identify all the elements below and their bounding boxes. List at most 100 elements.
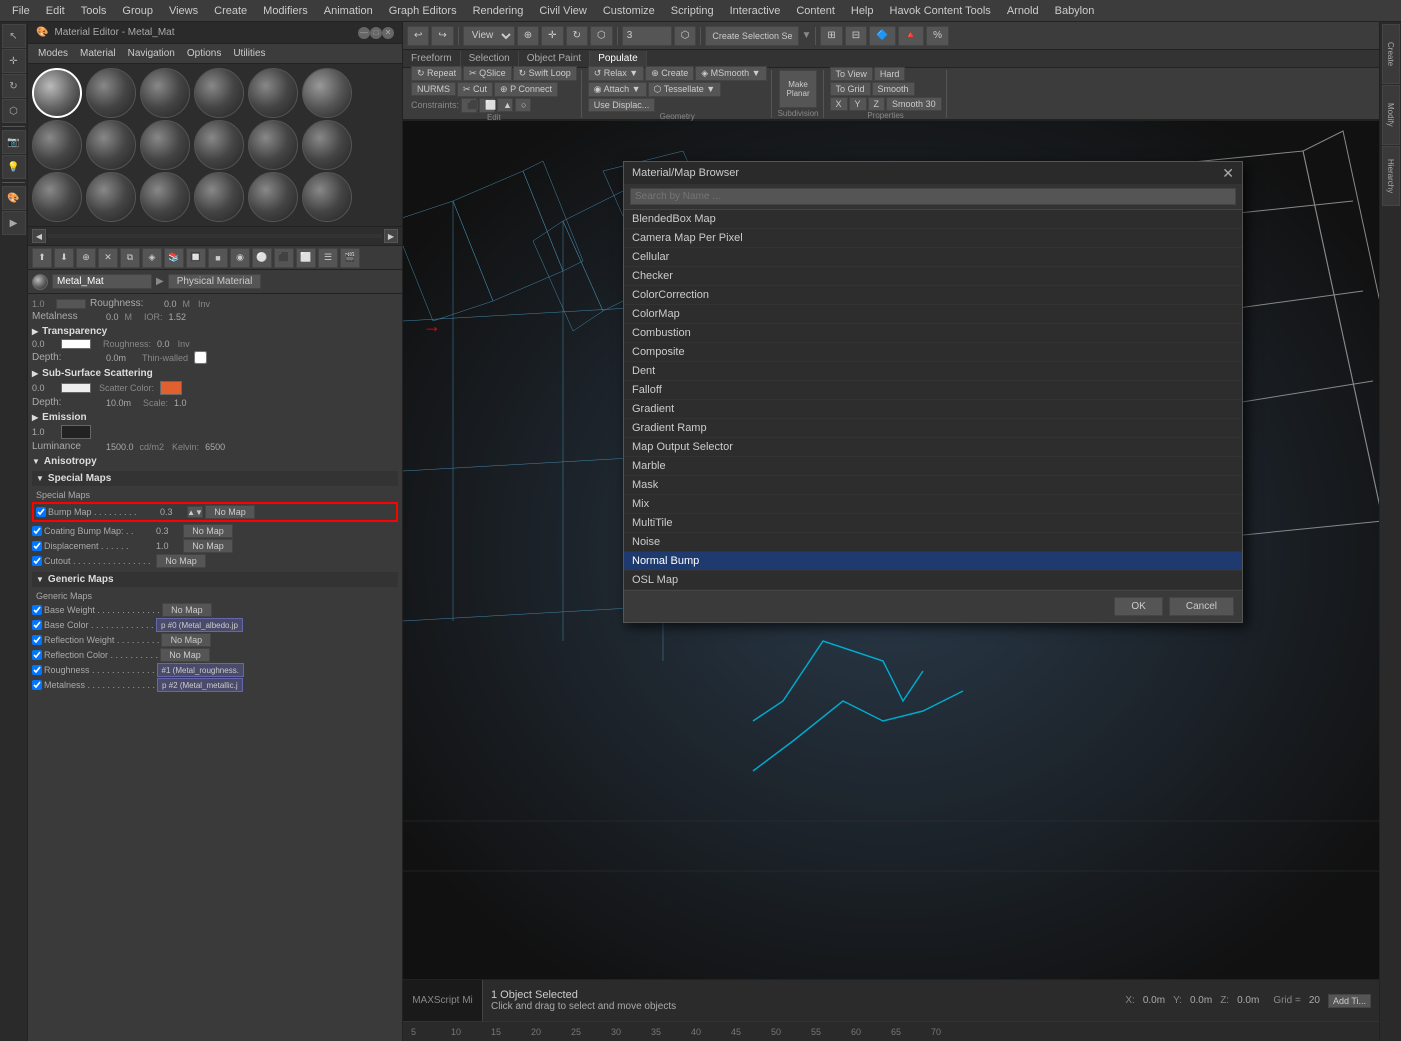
emission-color[interactable] (61, 425, 91, 439)
ribbon-create[interactable]: ⊕ Create (645, 66, 694, 81)
toolbar-mat-effects[interactable]: 🔲 (186, 248, 206, 268)
ribbon-to-grid[interactable]: To Grid (830, 82, 871, 96)
displacement-check[interactable] (32, 541, 42, 551)
ribbon-nurms[interactable]: NURMS (411, 82, 456, 96)
menu-help[interactable]: Help (843, 3, 882, 19)
dialog-cancel-btn[interactable]: Cancel (1169, 597, 1234, 616)
list-item-checker[interactable]: Checker (624, 267, 1242, 286)
list-item-map-output[interactable]: Map Output Selector (624, 438, 1242, 457)
dialog-close-btn[interactable]: ✕ (1222, 166, 1234, 180)
bump-map-spinner[interactable]: ▲▼ (187, 506, 203, 518)
list-item-camera-map[interactable]: Camera Map Per Pixel (624, 229, 1242, 248)
ribbon-use-displac[interactable]: Use Displac... (588, 98, 656, 112)
refl-color-check[interactable] (32, 650, 42, 660)
toolbar-cylinder[interactable]: ⬛ (274, 248, 294, 268)
ang-snap-btn[interactable]: 🔺 (898, 26, 924, 46)
menu-modifiers[interactable]: Modifiers (255, 3, 316, 19)
per-snap-btn[interactable]: % (926, 26, 949, 46)
mat-preview-6[interactable] (32, 120, 82, 170)
mat-preview-5[interactable] (302, 68, 352, 118)
menu-graph-editors[interactable]: Graph Editors (381, 3, 465, 19)
undo-btn[interactable]: ↩ (407, 26, 429, 46)
select-btn[interactable]: ⊕ (517, 26, 539, 46)
base-weight-check[interactable] (32, 605, 42, 615)
metalness2-check[interactable] (32, 680, 42, 690)
toolbar-put-material[interactable]: ⬇ (54, 248, 74, 268)
toolbar-video-color[interactable]: 🎬 (340, 248, 360, 268)
mat-menu-modes[interactable]: Modes (32, 47, 74, 60)
coating-bump-btn[interactable]: No Map (183, 524, 233, 538)
create-sel-btn[interactable]: Create Selection Se (705, 26, 799, 46)
ribbon-relax[interactable]: ↺ Relax ▼ (588, 66, 644, 81)
list-item-falloff[interactable]: Falloff (624, 381, 1242, 400)
ribbon-qslice[interactable]: ✂ QSlice (463, 66, 512, 81)
mat-preview-14[interactable] (140, 172, 190, 222)
bump-map-check[interactable] (36, 507, 46, 517)
list-item-multitile[interactable]: MultiTile (624, 514, 1242, 533)
special-maps-section[interactable]: ▼ Special Maps (32, 471, 398, 486)
ribbon-repeat[interactable]: ↻ Repeat (411, 66, 462, 81)
mat-menu-navigation[interactable]: Navigation (122, 47, 181, 60)
transparency-color[interactable] (61, 339, 91, 349)
ribbon-y-btn[interactable]: Y (849, 97, 867, 111)
scale-btn[interactable]: ⬡ (590, 26, 613, 46)
ribbon-to-view[interactable]: To View (830, 67, 873, 81)
rotate-btn[interactable]: ↻ (566, 26, 588, 46)
ribbon-smooth30[interactable]: Smooth 30 (886, 97, 942, 111)
roughness2-check[interactable] (32, 665, 42, 675)
toolbar-put-lib[interactable]: 📚 (164, 248, 184, 268)
list-item-colormap[interactable]: ColorMap (624, 305, 1242, 324)
refl-weight-check[interactable] (32, 635, 42, 645)
toolbar-show-mat[interactable]: ■ (208, 248, 228, 268)
mat-menu-material[interactable]: Material (74, 47, 122, 60)
menu-interactive[interactable]: Interactive (722, 3, 789, 19)
ribbon-tab-selection[interactable]: Selection (461, 51, 519, 66)
mat-preview-9[interactable] (194, 120, 244, 170)
roughness2-btn[interactable]: #1 (Metal_roughness. (157, 663, 244, 677)
toolbar-box[interactable]: ⬜ (296, 248, 316, 268)
ribbon-swift-loop[interactable]: ↻ Swift Loop (513, 66, 577, 81)
mat-preview-17[interactable] (302, 172, 352, 222)
ribbon-tab-populate[interactable]: Populate (590, 51, 646, 66)
toolbar-sphere[interactable]: ⚪ (252, 248, 272, 268)
left-btn-move[interactable]: ✛ (2, 49, 26, 73)
list-item-noise[interactable]: Noise (624, 533, 1242, 552)
cutout-check[interactable] (32, 556, 42, 566)
dialog-titlebar[interactable]: Material/Map Browser ✕ (624, 162, 1242, 184)
base-color-check[interactable] (32, 620, 42, 630)
snap-btn[interactable]: 🔷 (869, 26, 895, 46)
mat-preview-3[interactable] (194, 68, 244, 118)
menu-group[interactable]: Group (114, 3, 161, 19)
mat-name-input[interactable] (52, 274, 152, 289)
ribbon-msmooth[interactable]: ◈ MSmooth ▼ (695, 66, 766, 81)
ribbon-constraint-normal[interactable]: ▲ (497, 98, 513, 112)
list-item-blendedbox[interactable]: BlendedBox Map (624, 210, 1242, 229)
list-item-gradient[interactable]: Gradient (624, 400, 1242, 419)
ribbon-p-connect[interactable]: ⊕ P Connect (494, 82, 558, 97)
ref-coord-btn[interactable]: ⬡ (674, 26, 697, 46)
dialog-ok-btn[interactable]: OK (1114, 597, 1162, 616)
thin-walled-check[interactable] (194, 351, 207, 364)
menu-tools[interactable]: Tools (73, 3, 115, 19)
view-select[interactable]: View (463, 26, 515, 46)
ribbon-hard[interactable]: Hard (874, 67, 906, 81)
transparency-section[interactable]: ▶ Transparency (32, 326, 398, 337)
mat-preview-1[interactable] (86, 68, 136, 118)
mat-editor-close[interactable]: ✕ (382, 27, 394, 39)
ribbon-z-btn[interactable]: Z (868, 97, 886, 111)
generic-maps-section[interactable]: ▼ Generic Maps (32, 572, 398, 587)
anisotropy-section[interactable]: ▼ Anisotropy (32, 456, 398, 467)
sss-color[interactable] (61, 383, 91, 393)
menu-animation[interactable]: Animation (316, 3, 381, 19)
menu-rendering[interactable]: Rendering (465, 3, 532, 19)
far-right-modify[interactable]: Modify (1382, 85, 1400, 145)
mat-preview-7[interactable] (86, 120, 136, 170)
left-btn-camera[interactable]: 📷 (2, 130, 26, 154)
menu-customize[interactable]: Customize (595, 3, 663, 19)
menu-views[interactable]: Views (161, 3, 206, 19)
mat-preview-10[interactable] (248, 120, 298, 170)
mat-editor-minimize[interactable]: — (358, 27, 370, 39)
scroll-right-btn[interactable]: ▶ (384, 229, 398, 243)
ribbon-constraint-face[interactable]: ⬜ (479, 98, 495, 113)
menu-arnold[interactable]: Arnold (999, 3, 1047, 19)
